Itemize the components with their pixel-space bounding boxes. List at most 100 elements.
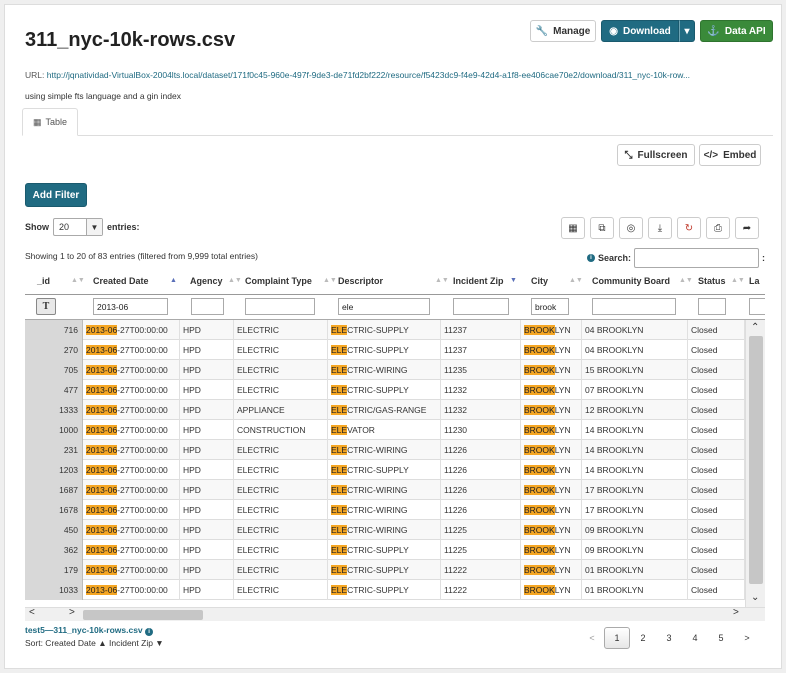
filter-incident-zip[interactable] xyxy=(453,298,509,315)
filter-descriptor[interactable]: ele xyxy=(338,298,430,315)
column-header-created-date[interactable]: Created Date xyxy=(93,276,149,286)
cell-id: 1687 xyxy=(25,480,83,500)
next-page-button[interactable]: > xyxy=(734,627,760,649)
table-row[interactable]: 477 2013-06-27T00:00:00 HPD ELECTRIC ELECTRI… xyxy=(25,380,745,400)
info-icon: i xyxy=(587,254,595,262)
column-header-descriptor[interactable]: Descriptor xyxy=(338,276,383,286)
cell-status: Closed xyxy=(688,360,745,380)
column-header-incident-zip[interactable]: Incident Zip xyxy=(453,276,504,286)
cell-text: HPD xyxy=(183,565,201,575)
table-row[interactable]: 1333 2013-06-27T00:00:00 HPD APPLIANCE ELECT… xyxy=(25,400,745,420)
table-row[interactable]: 1203 2013-06-27T00:00:00 HPD ELECTRIC ELECTR… xyxy=(25,460,745,480)
hide-columns-button[interactable]: ◎ xyxy=(619,217,643,239)
match-highlight: ELE xyxy=(331,565,348,575)
horizontal-scroll-thumb[interactable] xyxy=(83,610,203,620)
page-button-3[interactable]: 3 xyxy=(656,627,682,649)
data-api-button[interactable]: ⚓ Data API xyxy=(700,20,773,42)
column-header-complaint-type[interactable]: Complaint Type xyxy=(245,276,312,286)
filter-created-date[interactable]: 2013-06 xyxy=(93,298,168,315)
column-header-agency[interactable]: Agency xyxy=(190,276,223,286)
match-highlight: 2013-06 xyxy=(86,425,118,435)
match-highlight: BROOK xyxy=(524,545,555,555)
column-header-la[interactable]: La xyxy=(749,276,760,286)
chevron-down-icon[interactable]: ⌄ xyxy=(751,592,759,603)
column-header-community-board[interactable]: Community Board xyxy=(592,276,670,286)
cell-text: CTRIC-WIRING xyxy=(347,505,408,515)
text-type-icon[interactable]: T xyxy=(36,298,56,315)
table-row[interactable]: 450 2013-06-27T00:00:00 HPD ELECTRIC ELECTRI… xyxy=(25,520,745,540)
entries-select[interactable]: 20 ▼ xyxy=(53,218,103,236)
download-button[interactable]: ◉ Download xyxy=(601,20,679,42)
export-button[interactable]: ⤓ xyxy=(648,217,672,239)
table-row[interactable]: 1678 2013-06-27T00:00:00 HPD ELECTRIC ELECTR… xyxy=(25,500,745,520)
filter-community-board[interactable] xyxy=(592,298,676,315)
filter-agency[interactable] xyxy=(191,298,224,315)
fullscreen-button[interactable]: ⤡ Fullscreen xyxy=(617,144,695,166)
cell-text: LYN xyxy=(554,325,571,335)
cell-zip: 11237 xyxy=(441,340,521,360)
cell-agency: HPD xyxy=(180,340,234,360)
filter-complaint-type[interactable] xyxy=(245,298,315,315)
copy-button[interactable]: ⧉ xyxy=(590,217,614,239)
table-row[interactable]: 270 2013-06-27T00:00:00 HPD ELECTRIC ELECTRI… xyxy=(25,340,745,360)
table-row[interactable]: 1033 2013-06-27T00:00:00 HPD ELECTRIC ELECTR… xyxy=(25,580,745,600)
cell-text: 1203 xyxy=(59,465,78,475)
column-header-status[interactable]: Status xyxy=(698,276,726,286)
cell-board: 12 BROOKLYN xyxy=(582,400,688,420)
cell-text: 15 BROOKLYN xyxy=(585,365,644,375)
manage-button[interactable]: 🔧 Manage xyxy=(530,20,596,42)
cell-board: 09 BROOKLYN xyxy=(582,520,688,540)
search-input[interactable] xyxy=(634,248,760,268)
cell-text: -27T00:00:00 xyxy=(117,325,168,335)
vertical-scrollbar[interactable]: ⌃ ⌄ xyxy=(745,320,765,610)
cell-zip: 11222 xyxy=(441,560,521,580)
table-row[interactable]: 362 2013-06-27T00:00:00 HPD ELECTRIC ELECTRI… xyxy=(25,540,745,560)
table-row[interactable]: 705 2013-06-27T00:00:00 HPD ELECTRIC ELECTRI… xyxy=(25,360,745,380)
embed-button[interactable]: </> Embed xyxy=(699,144,761,166)
cell-status: Closed xyxy=(688,520,745,540)
table-info: Showing 1 to 20 of 83 entries (filtered … xyxy=(25,251,258,261)
chevron-right-icon[interactable]: > xyxy=(733,607,739,618)
cell-text: -27T00:00:00 xyxy=(117,525,168,535)
table-row[interactable]: 1687 2013-06-27T00:00:00 HPD ELECTRIC ELECTR… xyxy=(25,480,745,500)
filter-status[interactable] xyxy=(698,298,726,315)
prev-page-button[interactable]: < xyxy=(580,627,604,649)
sort-icon: ▲▼ xyxy=(731,277,745,284)
table-row[interactable]: 231 2013-06-27T00:00:00 HPD ELECTRIC ELECTRI… xyxy=(25,440,745,460)
download-dropdown-toggle[interactable]: ▾ xyxy=(679,20,695,42)
table-row[interactable]: 179 2013-06-27T00:00:00 HPD ELECTRIC ELECTRI… xyxy=(25,560,745,580)
add-filter-button[interactable]: Add Filter xyxy=(25,183,87,207)
column-header-id[interactable]: _id xyxy=(37,276,50,286)
info-icon[interactable]: i xyxy=(145,628,154,636)
tab-table[interactable]: ▦ Table xyxy=(22,108,78,136)
cell-status: Closed xyxy=(688,560,745,580)
page-button-1[interactable]: 1 xyxy=(604,627,630,649)
cell-type: ELECTRIC xyxy=(234,440,328,460)
vertical-scroll-thumb[interactable] xyxy=(749,336,763,584)
download-icon: ⤓ xyxy=(657,222,663,234)
cell-text: LYN xyxy=(554,365,571,375)
table-row[interactable]: 1000 2013-06-27T00:00:00 HPD CONSTRUCTION EL… xyxy=(25,420,745,440)
column-visibility-button[interactable]: ▦ xyxy=(561,217,585,239)
print-icon: ⎙ xyxy=(714,222,722,234)
reset-button[interactable]: ↻ xyxy=(677,217,701,239)
column-header-city[interactable]: City xyxy=(531,276,548,286)
filter-city[interactable]: brook xyxy=(531,298,569,315)
resource-name-link[interactable]: test5—311_nyc-10k-rows.csv i xyxy=(25,625,154,636)
chevron-right-icon[interactable]: > xyxy=(69,607,75,618)
page-button-4[interactable]: 4 xyxy=(682,627,708,649)
cell-text: Closed xyxy=(691,565,718,575)
cell-agency: HPD xyxy=(180,480,234,500)
chevron-left-icon[interactable]: < xyxy=(29,607,35,618)
page-button-5[interactable]: 5 xyxy=(708,627,734,649)
share-icon: ➦ xyxy=(742,222,752,234)
url-link[interactable]: http://jqnatividad-VirtualBox-2004lts.lo… xyxy=(47,70,690,80)
print-button[interactable]: ⎙ xyxy=(706,217,730,239)
cell-text: HPD xyxy=(183,585,201,595)
chevron-up-icon[interactable]: ⌃ xyxy=(751,322,759,333)
share-button[interactable]: ➦ xyxy=(735,217,759,239)
table-row[interactable]: 716 2013-06-27T00:00:00 HPD ELECTRIC ELECTRI… xyxy=(25,320,745,340)
page-button-2[interactable]: 2 xyxy=(630,627,656,649)
filter-la[interactable] xyxy=(749,298,765,315)
horizontal-scrollbar[interactable]: < > > xyxy=(25,607,765,621)
